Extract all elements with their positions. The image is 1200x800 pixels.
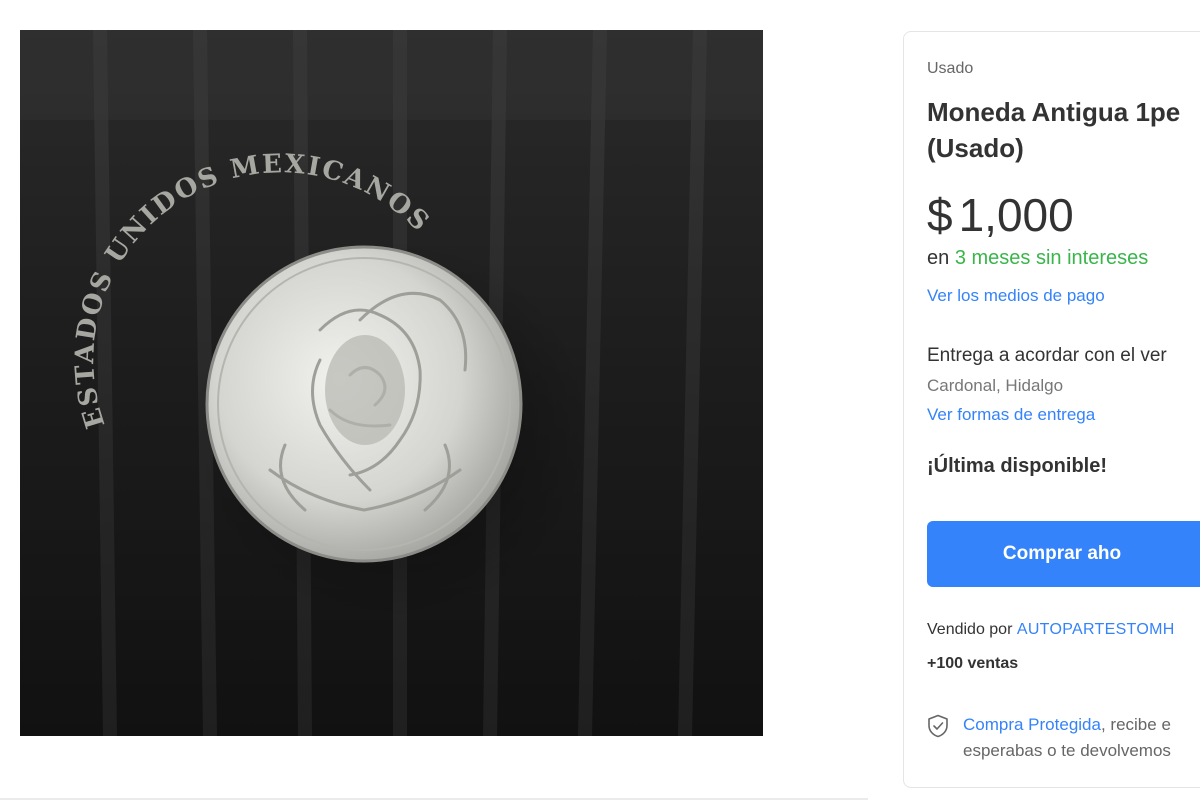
- seller-prefix: Vendido por: [927, 621, 1013, 638]
- shield-check-icon: [927, 714, 949, 738]
- seller-sales: +100 ventas: [927, 655, 1019, 672]
- product-title-line2: (Usado): [927, 133, 1024, 163]
- protection-text: Compra Protegida, recibe e esperabas o t…: [963, 712, 1171, 764]
- seller-location: Cardonal, Hidalgo: [927, 376, 1064, 395]
- shipping-options-link[interactable]: Ver formas de entrega: [927, 405, 1095, 425]
- product-photo[interactable]: ESTADOS UNIDOS MEXICANOS: [20, 30, 763, 736]
- price-currency: $: [927, 189, 953, 241]
- protection-line1-rest: , recibe e: [1100, 715, 1171, 734]
- delivery-text: Entrega a acordar con el ver: [927, 345, 1167, 366]
- coin-photo-image: ESTADOS UNIDOS MEXICANOS: [20, 30, 763, 736]
- protection-line2: esperabas o te devolvemos: [963, 741, 1171, 760]
- installments-prefix: en: [927, 247, 950, 269]
- protected-purchase-link[interactable]: Compra Protegida: [963, 715, 1101, 734]
- installments-highlight: 3 meses sin intereses: [954, 247, 1149, 269]
- product-gallery: ESTADOS UNIDOS MEXICANOS: [0, 0, 868, 800]
- buy-box: Usado Moneda Antigua 1pe (Usado) $1,000 …: [903, 31, 1200, 788]
- product-title-line1: Moneda Antigua 1pe: [927, 97, 1181, 127]
- seller-name-link[interactable]: AUTOPARTESTOMH: [1017, 621, 1175, 638]
- price-amount: 1,000: [958, 189, 1074, 241]
- price: $1,000: [927, 188, 1074, 242]
- payment-methods-link[interactable]: Ver los medios de pago: [927, 286, 1105, 306]
- buy-now-button[interactable]: Comprar aho: [927, 521, 1200, 587]
- installments: en 3 meses sin intereses: [927, 247, 1148, 270]
- stock-message: ¡Última disponible!: [927, 455, 1107, 477]
- item-condition: Usado: [927, 60, 974, 77]
- product-title: Moneda Antigua 1pe (Usado): [927, 94, 1180, 166]
- seller-info: Vendido por AUTOPARTESTOMH: [927, 621, 1175, 639]
